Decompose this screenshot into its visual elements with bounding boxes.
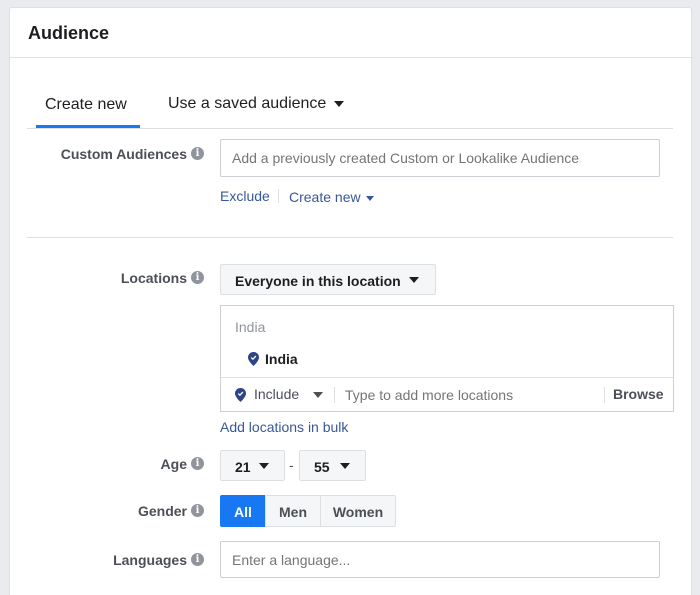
caret-down-icon [340, 463, 350, 469]
location-selector: India India Include Browse [220, 305, 674, 412]
gender-men-label: Men [279, 504, 307, 520]
location-scope-label: Everyone in this location [235, 273, 401, 289]
exclude-link[interactable]: Exclude [220, 188, 270, 204]
panel-title: Audience [28, 23, 110, 43]
gender-women-button[interactable]: Women [320, 495, 396, 527]
location-country-header: India [235, 319, 266, 335]
age-label: Age [160, 456, 187, 472]
info-icon[interactable]: i [191, 504, 204, 517]
custom-audiences-input[interactable] [220, 139, 660, 177]
age-min-dropdown[interactable]: 21 [220, 450, 285, 481]
create-new-link-label: Create new [289, 189, 361, 205]
caret-down-icon [366, 195, 375, 201]
audience-panel: Audience Create new Use a saved audience… [9, 7, 692, 595]
add-locations-input[interactable] [345, 385, 595, 405]
caret-down-icon [313, 392, 324, 399]
browse-button[interactable]: Browse [613, 386, 664, 402]
include-label: Include [254, 386, 300, 402]
info-icon[interactable]: i [191, 553, 204, 566]
gender-all-button[interactable]: All [220, 495, 266, 527]
gender-men-button[interactable]: Men [265, 495, 321, 527]
info-icon[interactable]: i [191, 457, 204, 470]
info-icon[interactable]: i [191, 147, 204, 160]
gender-women-label: Women [332, 504, 384, 520]
tabs-divider [27, 128, 673, 129]
caret-down-icon [409, 277, 419, 283]
include-separator [334, 387, 335, 403]
location-pin-icon [235, 388, 246, 402]
add-locations-bulk-link[interactable]: Add locations in bulk [220, 419, 348, 435]
create-new-link[interactable]: Create new [289, 189, 375, 205]
custom-audiences-label: Custom Audiences [60, 146, 187, 162]
languages-label: Languages [113, 552, 187, 568]
age-min-value: 21 [235, 459, 251, 475]
location-box-divider [221, 377, 673, 378]
section-divider [27, 237, 673, 238]
location-pin-icon [248, 352, 259, 366]
tab-saved-label: Use a saved audience [168, 95, 327, 112]
languages-input[interactable] [220, 541, 660, 578]
caret-down-icon [333, 100, 344, 107]
age-max-value: 55 [314, 459, 330, 475]
location-scope-dropdown[interactable]: Everyone in this location [220, 264, 436, 295]
tab-use-saved-audience[interactable]: Use a saved audience [168, 95, 344, 113]
link-separator [278, 189, 279, 203]
browse-separator [604, 387, 605, 403]
panel-header: Audience [10, 8, 691, 58]
locations-label: Locations [120, 270, 187, 286]
tab-create-new-label: Create new [45, 96, 127, 113]
tab-create-new[interactable]: Create new [45, 96, 127, 114]
age-max-dropdown[interactable]: 55 [299, 450, 366, 481]
info-icon[interactable]: i [191, 271, 204, 284]
caret-down-icon [259, 463, 269, 469]
gender-label: Gender [137, 503, 187, 519]
include-dropdown[interactable]: Include [254, 386, 324, 402]
gender-all-label: All [234, 504, 252, 520]
selected-location-item[interactable]: India [265, 351, 298, 367]
age-separator: - [289, 457, 294, 473]
